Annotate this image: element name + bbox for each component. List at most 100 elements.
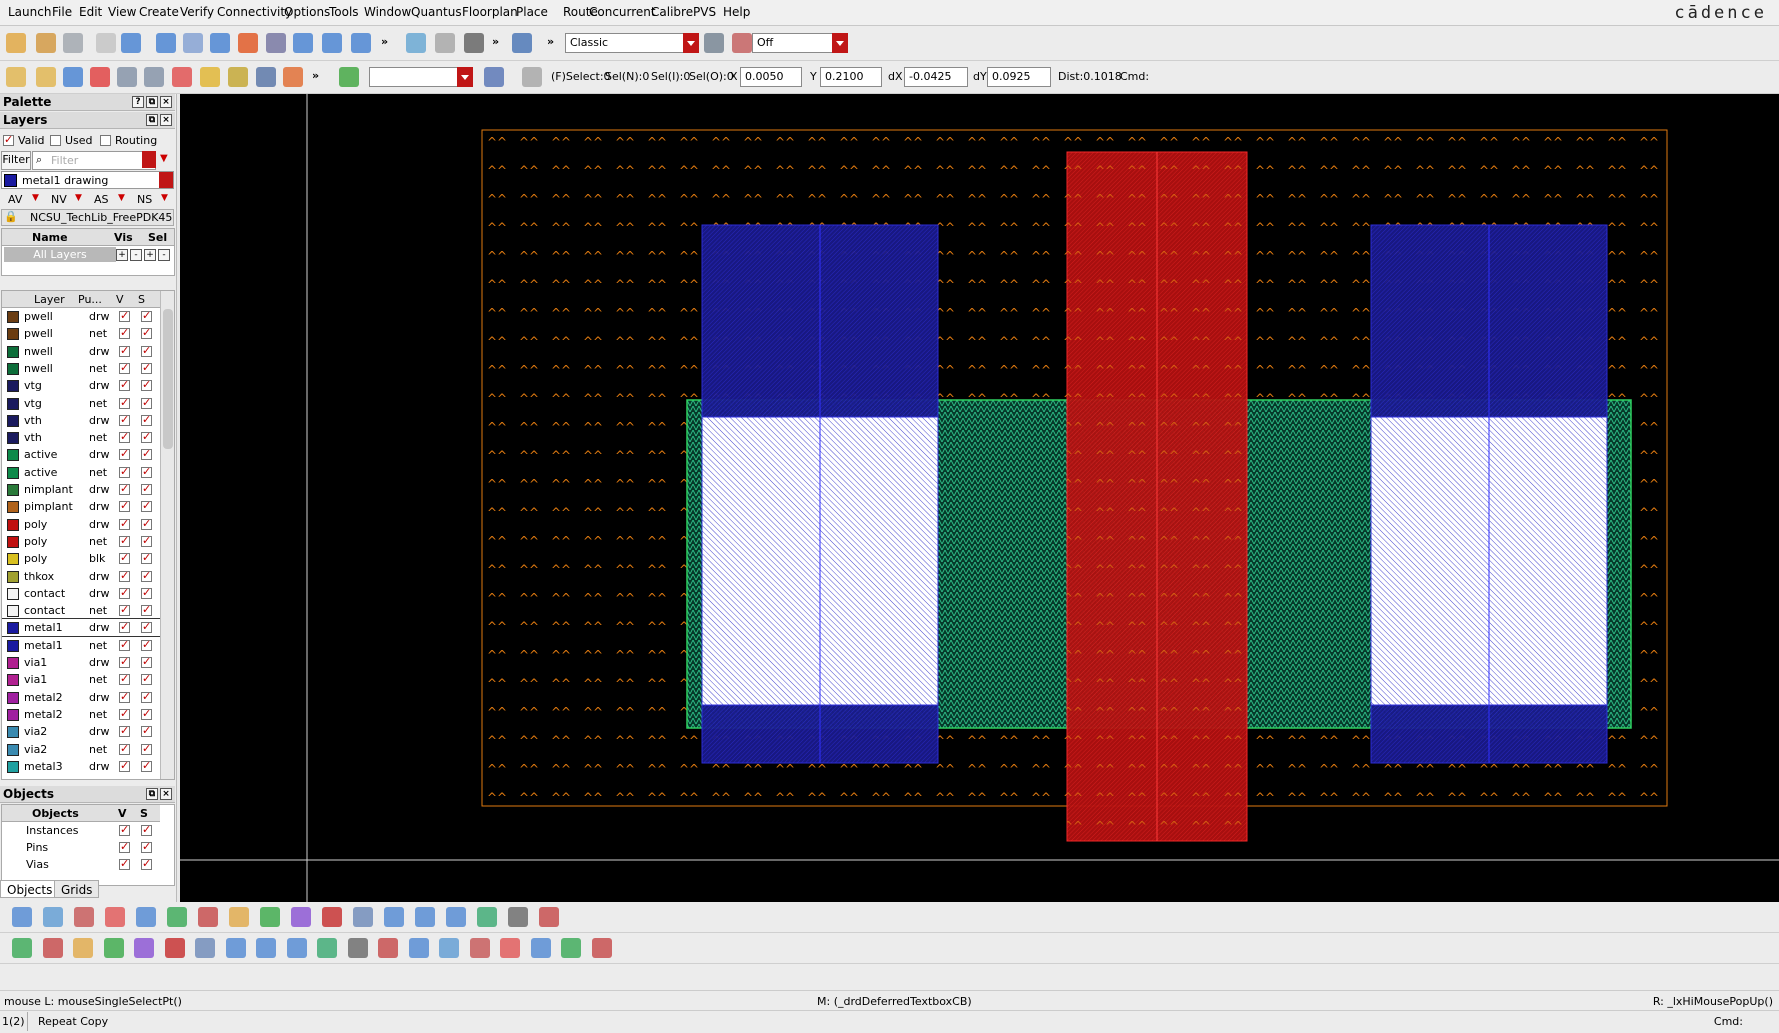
- object-selectable-checkbox[interactable]: [141, 840, 152, 853]
- zoom-fit-icon[interactable]: [117, 67, 137, 87]
- filter-valid-checkbox[interactable]: [3, 133, 14, 146]
- layer-selectable-checkbox[interactable]: [141, 482, 152, 495]
- menu-quantus[interactable]: Quantus: [411, 5, 462, 19]
- layer-visible-checkbox[interactable]: [119, 690, 130, 703]
- layer-row[interactable]: via2 drw: [2, 723, 160, 740]
- layer-selectable-checkbox[interactable]: [141, 447, 152, 461]
- tool-icon[interactable]: [446, 907, 466, 927]
- lasso-icon[interactable]: [36, 67, 56, 87]
- layer-visible-checkbox[interactable]: [119, 326, 130, 340]
- filter-input[interactable]: ⌕ Filter: [32, 151, 156, 170]
- menu-edit[interactable]: Edit: [79, 5, 102, 19]
- snap-icon[interactable]: [63, 67, 83, 87]
- scrollbar-thumb[interactable]: [163, 309, 173, 449]
- layer-row[interactable]: vth drw: [2, 412, 160, 429]
- layer-selectable-checkbox[interactable]: [141, 759, 152, 772]
- open-folder-icon[interactable]: [36, 33, 56, 53]
- techlib-selector[interactable]: 🔒 NCSU_TechLib_FreePDK45: [1, 209, 174, 226]
- tool-icon[interactable]: [12, 938, 32, 958]
- layer-visible-checkbox[interactable]: [119, 707, 130, 720]
- layer-row[interactable]: metal1 drw: [2, 618, 161, 638]
- add-icon[interactable]: +: [116, 249, 128, 261]
- layer-row[interactable]: contact net: [2, 602, 160, 619]
- menu-options[interactable]: Options: [284, 5, 330, 19]
- menu-create[interactable]: Create: [139, 5, 179, 19]
- layer-visible-checkbox[interactable]: [119, 672, 130, 686]
- tab-objects[interactable]: Objects: [0, 880, 60, 898]
- tool-icon[interactable]: [591, 938, 612, 958]
- tool-icon[interactable]: [134, 938, 154, 958]
- menu-pvs[interactable]: PVS: [693, 5, 716, 19]
- layer-visible-checkbox[interactable]: [119, 499, 130, 513]
- layer-visible-checkbox[interactable]: [119, 620, 130, 634]
- menu-file[interactable]: File: [52, 5, 72, 19]
- tool-icon[interactable]: [167, 907, 187, 927]
- layer-row[interactable]: poly blk: [2, 550, 160, 567]
- filter-used-checkbox[interactable]: [50, 135, 61, 146]
- align-icon[interactable]: [322, 33, 342, 53]
- layer-row[interactable]: active net: [2, 464, 160, 481]
- replace-icon[interactable]: [266, 33, 286, 53]
- object-selectable-checkbox[interactable]: [141, 857, 152, 870]
- chevron-more-icon[interactable]: »: [381, 35, 388, 48]
- menu-tools[interactable]: Tools: [329, 5, 359, 19]
- tool-icon[interactable]: [198, 907, 218, 927]
- layer-visible-checkbox[interactable]: [119, 724, 130, 738]
- grid-icon[interactable]: [256, 67, 276, 87]
- layer-visible-checkbox[interactable]: [119, 551, 130, 565]
- layer-selectable-checkbox[interactable]: [141, 620, 152, 634]
- menu-concurrent[interactable]: Concurrent: [589, 5, 656, 19]
- tool-icon[interactable]: [378, 938, 398, 958]
- layer-row[interactable]: metal3 drw: [2, 758, 160, 775]
- layer-visible-checkbox[interactable]: [119, 396, 130, 409]
- layer-selectable-checkbox[interactable]: [141, 344, 152, 357]
- chevron-down-icon[interactable]: ▼: [75, 193, 82, 203]
- tool-icon[interactable]: [260, 907, 280, 927]
- filter-routing-checkbox[interactable]: [100, 135, 111, 146]
- layer-selectable-checkbox[interactable]: [141, 551, 152, 565]
- probe-icon[interactable]: [464, 33, 484, 53]
- layer-row[interactable]: via1 drw: [2, 654, 160, 671]
- layer-selectable-checkbox[interactable]: [141, 638, 152, 651]
- gear-icon[interactable]: [484, 67, 504, 87]
- tool-icon[interactable]: [73, 938, 93, 958]
- layer-visible-checkbox[interactable]: [119, 517, 130, 530]
- layer-selectable-checkbox[interactable]: [141, 326, 152, 340]
- layout-canvas[interactable]: ^^: [180, 94, 1779, 902]
- close-icon[interactable]: ×: [160, 96, 172, 108]
- tool-icon[interactable]: [105, 907, 125, 927]
- object-visible-checkbox[interactable]: [119, 823, 130, 836]
- refresh-icon[interactable]: [351, 33, 371, 53]
- layer-row[interactable]: nwell drw: [2, 343, 160, 360]
- tool-icon[interactable]: [256, 938, 276, 958]
- chevron-down-icon[interactable]: ▼: [161, 193, 168, 203]
- menu-place[interactable]: Place: [516, 5, 548, 19]
- object-visible-checkbox[interactable]: [119, 840, 130, 853]
- menu-calibre[interactable]: Calibre: [651, 5, 693, 19]
- tool-icon[interactable]: [136, 907, 156, 927]
- layer-selectable-checkbox[interactable]: [141, 517, 152, 530]
- tool-icon[interactable]: [229, 907, 249, 927]
- zoom-icon[interactable]: [512, 33, 532, 53]
- layer-visible-checkbox[interactable]: [119, 742, 130, 755]
- filter-dropdown-icon[interactable]: [142, 151, 156, 168]
- tool-icon[interactable]: [353, 907, 373, 927]
- tool-icon[interactable]: [530, 938, 551, 958]
- layer-row[interactable]: nimplant drw: [2, 481, 160, 498]
- create-instance-icon[interactable]: [406, 33, 426, 53]
- crosshair-icon[interactable]: [90, 67, 110, 87]
- layer-row[interactable]: vtg drw: [2, 377, 160, 394]
- tool-icon[interactable]: [286, 938, 307, 958]
- tool-icon[interactable]: [347, 938, 368, 958]
- chevron-more-icon[interactable]: »: [547, 35, 554, 48]
- layer-selectable-checkbox[interactable]: [141, 499, 152, 513]
- chevron-more-icon[interactable]: »: [492, 35, 499, 48]
- toggle-nv[interactable]: NV: [51, 193, 67, 206]
- tool-icon[interactable]: [74, 907, 94, 927]
- layer-selectable-checkbox[interactable]: [141, 742, 152, 755]
- objects-row[interactable]: Pins: [2, 839, 160, 856]
- tool-icon[interactable]: [103, 938, 124, 958]
- tool-icon[interactable]: [500, 938, 520, 958]
- tool-icon[interactable]: [322, 907, 342, 927]
- tool-icon[interactable]: [195, 938, 215, 958]
